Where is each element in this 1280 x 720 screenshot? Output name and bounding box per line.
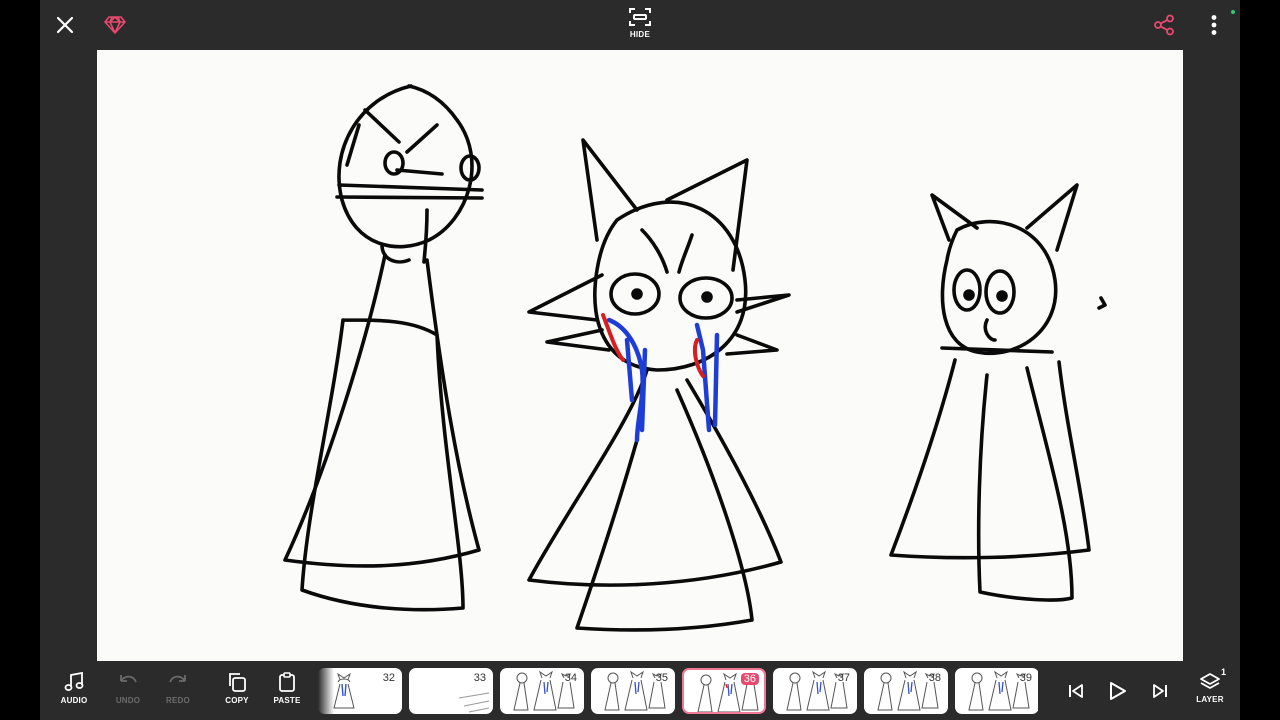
frame-number: 36 [740,673,759,685]
frame-thumbnail[interactable]: 39 [955,668,1038,714]
frame-thumbnail[interactable]: 34 [500,668,584,714]
redo-icon [169,675,186,683]
status-dot [1231,10,1235,14]
frame-number: 37 [837,672,850,684]
canvas-drawing [283,84,1107,632]
close-button[interactable] [52,12,78,38]
frame-number: 32 [382,672,395,684]
audio-button[interactable]: AUDIO [52,671,96,705]
copy-button[interactable]: COPY [215,671,259,705]
layers-icon [1200,673,1220,689]
diamond-icon [104,16,126,34]
share-button[interactable] [1151,12,1177,38]
frame-timeline[interactable]: 32 33 34 35 36 37 38 39 [318,666,1038,718]
undo-icon [120,675,137,683]
undo-button[interactable]: UNDO [106,671,150,705]
stick-figure-round-head [283,84,484,612]
frame-thumbnail[interactable]: 35 [591,668,675,714]
audio-label: AUDIO [60,696,88,705]
skip-previous-icon [1069,684,1083,698]
music-note-icon [64,671,84,691]
next-frame-button[interactable] [1146,678,1174,704]
layer-icon-wrap: 1 [1198,667,1226,692]
frame-number: 38 [928,672,941,684]
redo-label: REDO [166,696,190,705]
top-bar: HIDE [40,0,1240,50]
layer-count: 1 [1220,667,1226,677]
close-icon [56,16,74,34]
previous-frame-button[interactable] [1062,678,1090,704]
redo-button[interactable]: REDO [156,671,200,705]
drawing-canvas[interactable] [97,50,1183,661]
copy-icon [229,673,246,692]
skip-next-icon [1153,684,1167,698]
hide-ui-button[interactable]: HIDE [612,6,668,46]
frame-thumbnail[interactable]: 37 [773,668,857,714]
frame-thumbnail-selected[interactable]: 36 [682,668,766,714]
paste-label: PASTE [273,696,301,705]
frame-number: 39 [1019,672,1032,684]
copy-label: COPY [225,696,249,705]
share-icon [1154,14,1174,36]
more-options-button[interactable] [1203,12,1225,38]
play-icon [1110,682,1126,700]
layer-button[interactable]: 1 LAYER [1188,667,1232,704]
hide-icon [629,8,651,26]
frame-thumbnail[interactable]: 32 [318,668,402,714]
stick-figure-cat-small [889,183,1107,602]
undo-label: UNDO [115,696,141,705]
frame-thumbnail[interactable]: 33 [409,668,493,714]
hide-label: HIDE [629,30,651,39]
frame-number: 33 [473,672,486,684]
frame-thumbnail[interactable]: 38 [864,668,948,714]
play-button[interactable] [1102,676,1132,706]
paste-button[interactable]: PASTE [265,671,309,705]
frame-number: 35 [655,672,668,684]
more-vertical-icon [1211,15,1217,35]
premium-button[interactable] [102,12,128,38]
bottom-toolbar: AUDIO UNDO REDO COPY PASTE 32 33 34 35 3… [40,661,1240,720]
animation-app: HIDE AUDIO UNDO REDO COPY PASTE 32 33 34… [40,0,1240,720]
layer-label: LAYER [1196,695,1224,704]
paste-icon [279,672,295,692]
frame-number: 34 [564,672,577,684]
stick-figure-cat-crying [527,138,791,632]
